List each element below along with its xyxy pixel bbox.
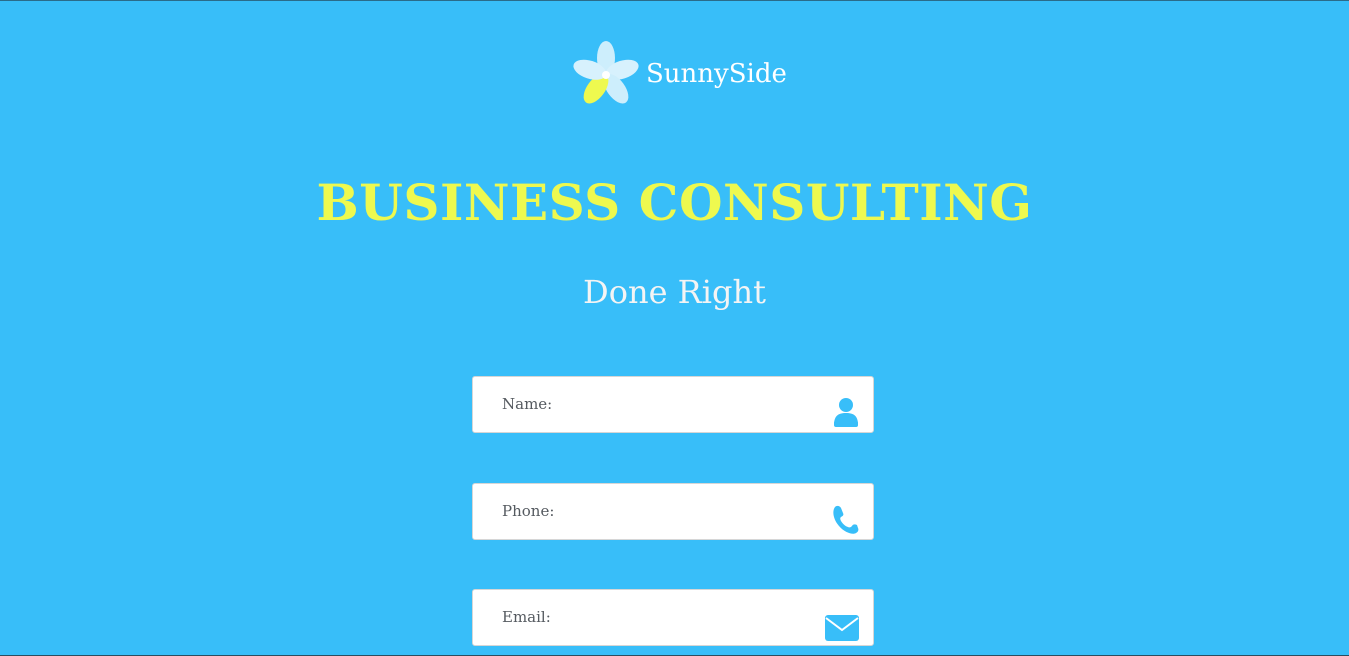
flower-icon <box>573 41 639 104</box>
email-input[interactable] <box>563 600 807 638</box>
name-field[interactable]: Name: <box>472 376 874 433</box>
hero-subheadline: Done Right <box>583 273 766 311</box>
user-icon <box>833 395 859 431</box>
phone-icon <box>831 504 859 538</box>
landing-page: SunnySide BUSINESS CONSULTING Done Right… <box>0 0 1349 656</box>
name-input[interactable] <box>563 387 807 425</box>
phone-input[interactable] <box>563 494 807 532</box>
hero-headline: BUSINESS CONSULTING <box>316 173 1033 232</box>
phone-label: Phone: <box>502 502 555 520</box>
brand-name: SunnySide <box>646 59 787 89</box>
phone-field[interactable]: Phone: <box>472 483 874 540</box>
name-label: Name: <box>502 395 553 413</box>
email-label: Email: <box>502 608 551 626</box>
brand-logo[interactable]: SunnySide <box>568 39 787 115</box>
envelope-icon <box>825 615 859 645</box>
email-field[interactable]: Email: <box>472 589 874 646</box>
